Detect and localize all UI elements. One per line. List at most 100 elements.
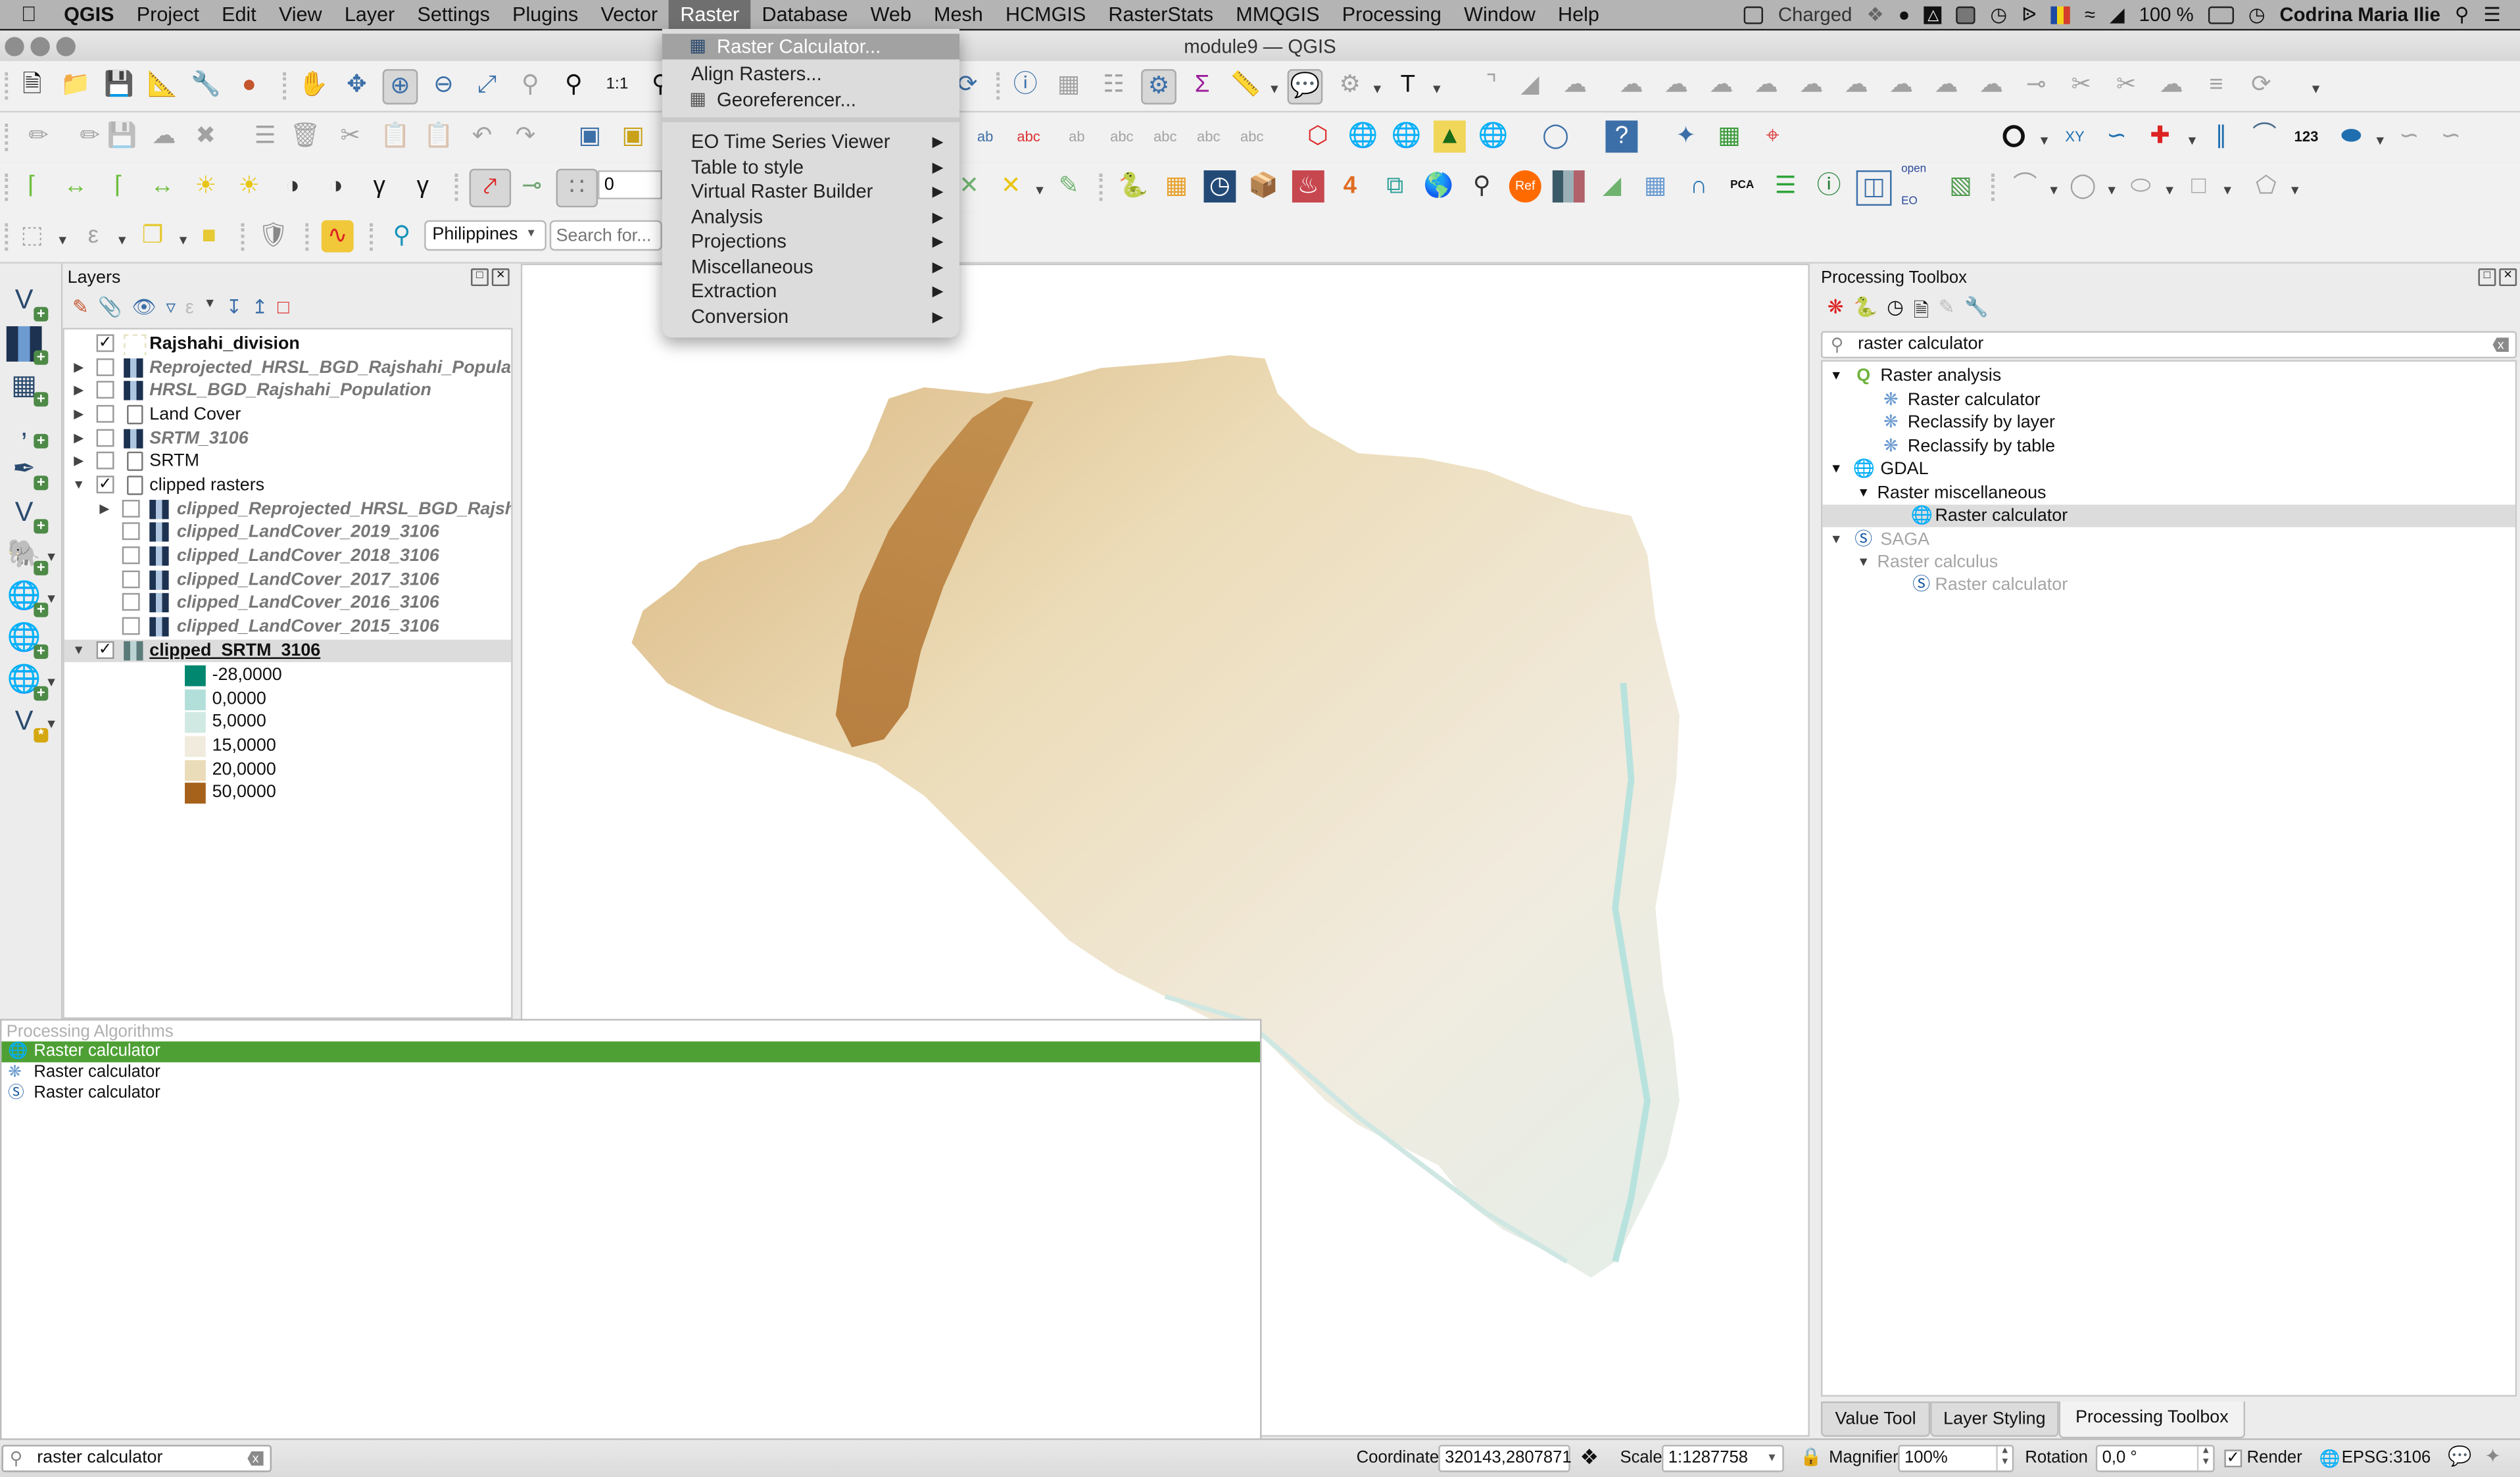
notification-center-icon[interactable]: ☰ [2483, 3, 2500, 26]
evernote-icon[interactable]: ● [1899, 3, 1910, 26]
trim-extend-icon[interactable]: ✕ [995, 170, 1027, 203]
layer-row[interactable]: clipped_LandCover_2018_3106 [64, 545, 511, 567]
pan-map-icon[interactable]: ✋ [297, 69, 329, 101]
field-calculator-icon[interactable]: ☷ [1098, 69, 1130, 101]
add-postgis-icon[interactable]: 🐘 + [7, 537, 49, 575]
tree-provider-saga[interactable]: ▼ Ⓢ SAGA [1822, 529, 2515, 551]
split-parts-icon[interactable]: ✂ [2065, 69, 2097, 101]
tab-value-tool[interactable]: Value Tool [1820, 1401, 1931, 1437]
layer-visibility-checkbox[interactable] [122, 500, 140, 518]
decrease-gamma-icon[interactable]: γ [406, 170, 439, 203]
delete-vertex-icon[interactable]: ✚ [2144, 120, 2176, 153]
filter-by-expression-icon[interactable]: ε [185, 296, 194, 318]
menu-rasterstats[interactable]: RasterStats [1097, 0, 1224, 29]
measure-arc-icon[interactable]: ⌒ [2248, 120, 2281, 153]
layer-row[interactable]: ▶ Land Cover [64, 403, 511, 425]
layout-manager-icon[interactable]: 🔧 [189, 69, 222, 101]
collapse-arrow-icon[interactable]: ▼ [1826, 458, 1847, 481]
collapse-arrow-icon[interactable]: ▼ [1853, 482, 1874, 504]
split-features-icon[interactable]: ✂ [2110, 69, 2143, 101]
menu-item-eo-time-series-viewer[interactable]: EO Time Series Viewer ▶ [662, 129, 959, 155]
layer-row[interactable]: ▶ HRSL_BGD_Rajshahi_Population [64, 379, 511, 402]
country-select[interactable]: Philippines ▼ [424, 220, 546, 251]
collapse-arrow-icon[interactable]: ▼ [1826, 365, 1847, 387]
layer-row-selected[interactable]: ▼ ✓ clipped_SRTM_3106 [64, 639, 512, 662]
toolbox-search-field[interactable]: ⚲ raster calculator x [1820, 331, 2517, 358]
snapping-type-icon[interactable]: ∷ [556, 168, 598, 208]
spotlight-search-icon[interactable]: ⚲ [2455, 3, 2469, 26]
lock-scale-icon[interactable]: 🔒 [1800, 1447, 1822, 1467]
help-icon[interactable]: ? [1605, 120, 1638, 153]
toggle-extents-icon[interactable]: ❖ [1580, 1445, 1598, 1470]
menu-item-projections[interactable]: Projections ▶ [662, 228, 959, 254]
digitizing-tool-icon-9[interactable]: ☁ [1930, 69, 1962, 101]
full-histogram-stretch-icon[interactable]: ↔ [59, 170, 91, 203]
geocoder-search-input[interactable] [549, 220, 662, 251]
filter-legend-icon[interactable]: ▿ [166, 296, 176, 318]
zoom-full-icon[interactable]: ⤢ [471, 69, 503, 101]
menu-item-align-rasters[interactable]: Align Rasters... [662, 61, 959, 87]
local-cumulative-cut-icon[interactable]: ⌈ [103, 170, 135, 203]
snapping-mode-icon[interactable]: ⊸ [516, 170, 548, 203]
style-manager-icon[interactable]: ● [233, 69, 265, 101]
digitizing-tool-icon-7[interactable]: ☁ [1840, 69, 1872, 101]
collapse-arrow-icon[interactable]: ▼ [72, 474, 85, 496]
menu-project[interactable]: Project [126, 0, 210, 29]
snapping-tolerance-input[interactable] [598, 170, 662, 200]
layer-row[interactable]: clipped_LandCover_2015_3106 [64, 616, 511, 638]
undo-icon[interactable]: ↶ [466, 120, 498, 153]
float-panel-icon[interactable]: □ [2478, 268, 2496, 287]
openeo-icon[interactable]: open EO [1901, 164, 1933, 207]
expand-arrow-icon[interactable]: ▶ [72, 427, 85, 450]
menu-edit[interactable]: Edit [210, 0, 268, 29]
rotate-icon[interactable]: ⟳ [2245, 69, 2277, 101]
arch-icon[interactable]: ∩ [1683, 170, 1715, 203]
models-icon[interactable]: ❋ [1828, 296, 1844, 329]
add-wms-layer-icon[interactable]: 🌐 + [7, 579, 49, 617]
render-checkbox[interactable]: ✓ [2224, 1449, 2242, 1468]
volume-icon[interactable]: ◢ [2110, 3, 2125, 26]
zoom-to-layer-icon[interactable]: ⚲ [558, 69, 590, 101]
digitize-with-segment-icon[interactable]: ✖ [189, 120, 222, 153]
fire-plugin-icon[interactable]: ♨ [1292, 170, 1324, 203]
expand-arrow-icon[interactable]: ▶ [98, 498, 111, 521]
layer-visibility-checkbox[interactable] [122, 593, 140, 611]
search-web-layer-icon[interactable]: 🌐 [1390, 120, 1422, 153]
wifi-icon[interactable]: ≈ [2085, 3, 2095, 26]
increase-gamma-icon[interactable]: γ [363, 170, 395, 203]
hexagon-grid-icon[interactable]: ⬡ [1302, 120, 1334, 153]
crs-button[interactable]: EPSG:3106 [2342, 1448, 2431, 1467]
add-spatialite-icon[interactable]: V + [7, 495, 49, 534]
import-package-icon[interactable]: 📦 [1247, 170, 1279, 203]
xy-digitize-icon[interactable]: XY [2059, 120, 2091, 153]
menu-settings[interactable]: Settings [406, 0, 501, 29]
line-settings-icon[interactable]: ∽ [2435, 120, 2467, 153]
layer-row[interactable]: ▶ clipped_Reprojected_HRSL_BGD_Rajshahi_… [64, 498, 511, 521]
edit-features-in-place-icon[interactable]: ✎ [1939, 296, 1955, 329]
digitizing-tool-icon-2[interactable]: ☁ [1615, 69, 1647, 101]
network-icon[interactable]: ◯ [1539, 120, 1572, 153]
menu-item-raster-calculator[interactable]: ▦ Raster Calculator... [662, 34, 960, 60]
layer-visibility-checkbox[interactable]: ✓ [96, 334, 114, 352]
shape-tool-icon[interactable]: ▧ [1945, 170, 1977, 203]
add-polygon-icon[interactable]: ⬠ [2250, 170, 2282, 203]
zoom-in-icon[interactable]: ⊕ [382, 69, 418, 105]
tree-algorithm-gdal-raster-calculator[interactable]: 🌐 Raster calculator [1822, 504, 2515, 527]
menu-help[interactable]: Help [1547, 0, 1611, 29]
messages-icon[interactable]: 💬 [2448, 1445, 2472, 1467]
battery-icon[interactable] [2208, 5, 2234, 24]
digitizing-tool-icon-1[interactable]: ☁ [1559, 69, 1591, 101]
tree-algorithm-raster-calculator[interactable]: ❋ Raster calculator [1822, 389, 2515, 411]
menu-hcmgis[interactable]: HCMGIS [994, 0, 1097, 29]
menu-vector[interactable]: Vector [589, 0, 669, 29]
apple-menu-icon[interactable]:  [0, 0, 53, 29]
add-wcs-layer-icon[interactable]: 🌐 + [7, 620, 49, 659]
spin-arrows-icon[interactable]: ▲ ▼ [2196, 1446, 2213, 1471]
layer-visibility-checkbox[interactable] [96, 429, 114, 447]
tab-processing-toolbox[interactable]: Processing Toolbox [2058, 1401, 2246, 1439]
label-rotate-icon[interactable]: abc [1192, 120, 1224, 153]
locator-result-gdal-raster-calculator[interactable]: 🌐 Raster calculator [1, 1041, 1261, 1063]
digitize-icon[interactable]: ⌝ [1476, 69, 1508, 101]
snapping-magnet-icon[interactable]: ⤤ [469, 168, 512, 208]
layer-row[interactable]: ▼ ✓ clipped rasters [64, 474, 511, 496]
